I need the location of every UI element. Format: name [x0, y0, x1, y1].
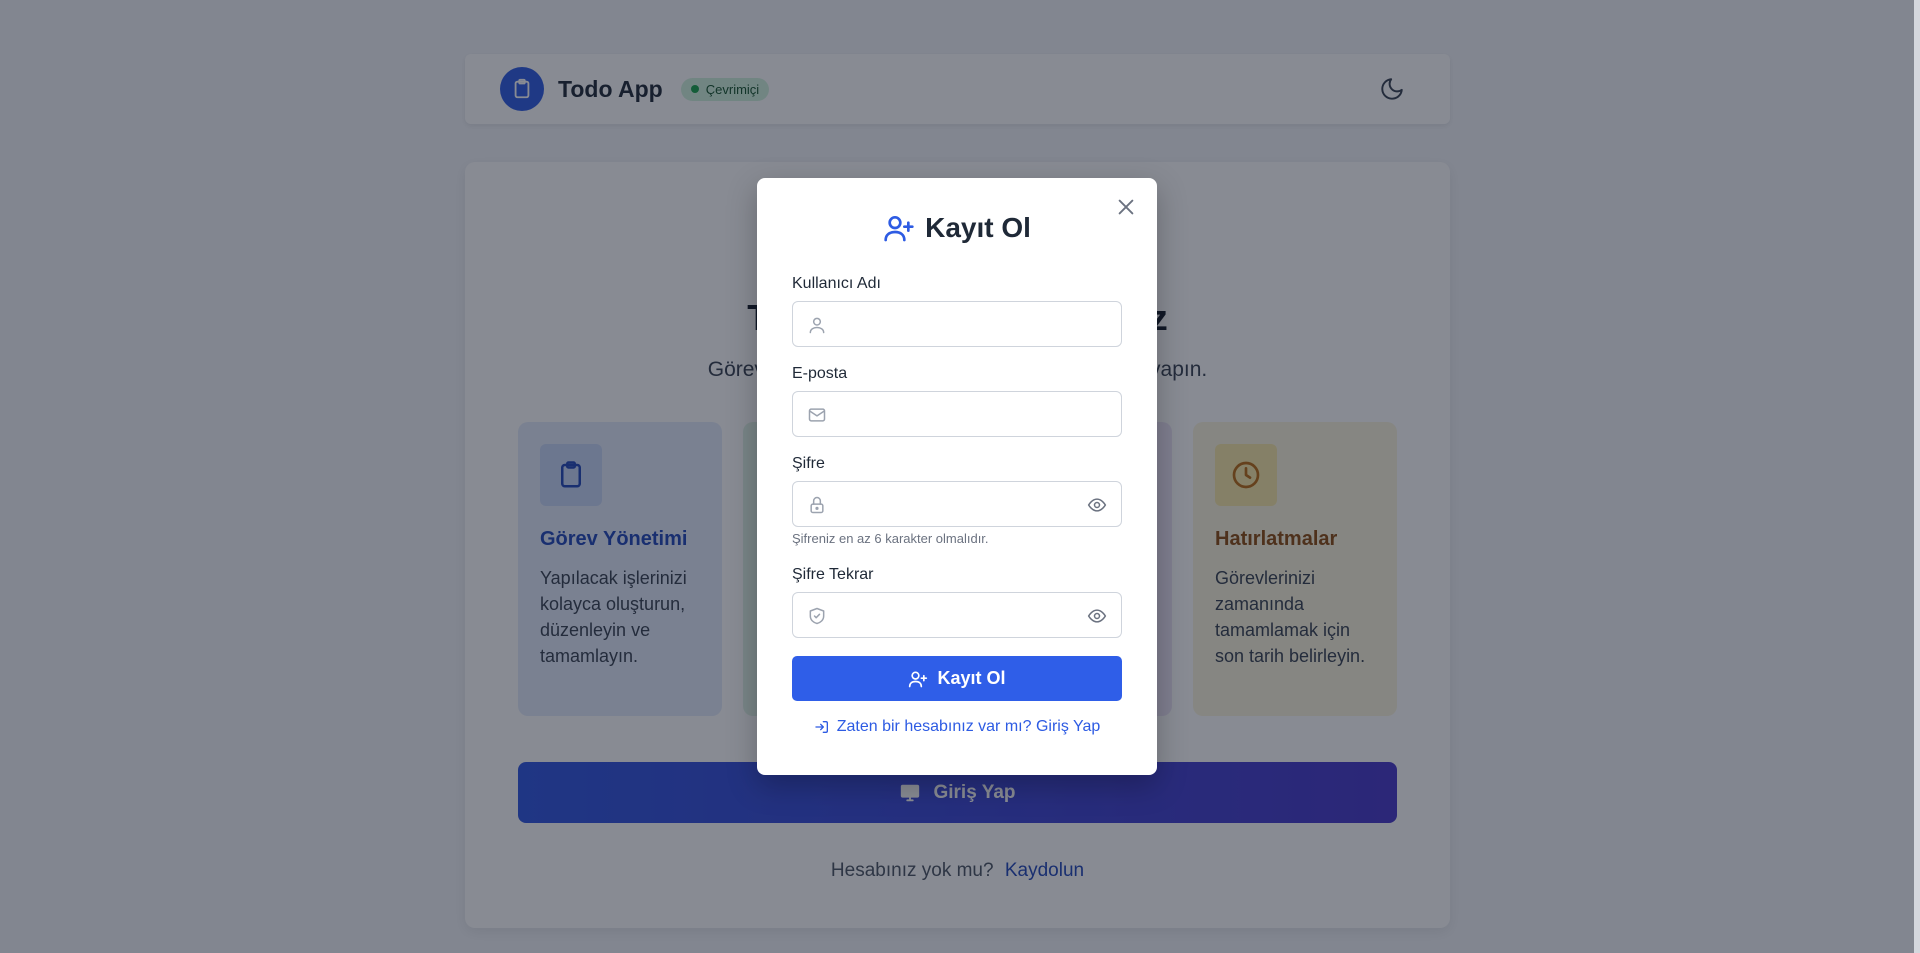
password-repeat-label: Şifre Tekrar — [792, 566, 874, 583]
email-label: E-posta — [792, 365, 848, 382]
login-switch-link[interactable]: Zaten bir hesabınız var mı? Giriş Yap — [757, 718, 1157, 736]
shield-icon — [807, 606, 827, 626]
register-modal: Kayıt Ol Kullanıcı Adı E-posta Şifre Şif… — [757, 178, 1157, 775]
login-switch-label: Zaten bir hesabınız var mı? Giriş Yap — [836, 718, 1101, 735]
password-repeat-input[interactable] — [837, 593, 1067, 637]
user-plus-icon — [883, 212, 915, 244]
username-input[interactable] — [837, 302, 1107, 346]
password-hint: Şifreniz en az 6 karakter olmalıdır. — [792, 531, 989, 546]
email-input[interactable] — [837, 392, 1107, 436]
password-repeat-field[interactable] — [792, 592, 1122, 638]
username-field[interactable] — [792, 301, 1122, 347]
password-label: Şifre — [792, 455, 825, 472]
password-input[interactable] — [837, 482, 1067, 526]
email-field[interactable] — [792, 391, 1122, 437]
modal-header: Kayıt Ol — [757, 212, 1157, 244]
user-icon — [807, 315, 827, 335]
eye-icon[interactable] — [1087, 495, 1107, 515]
scrollbar[interactable] — [1914, 0, 1920, 953]
eye-icon[interactable] — [1087, 606, 1107, 626]
username-label: Kullanıcı Adı — [792, 275, 881, 292]
password-field[interactable] — [792, 481, 1122, 527]
sign-in-icon — [814, 719, 830, 735]
mail-icon — [807, 405, 827, 425]
user-plus-icon — [908, 669, 928, 689]
modal-title: Kayıt Ol — [925, 212, 1031, 243]
register-submit-label: Kayıt Ol — [937, 668, 1006, 688]
register-submit-button[interactable]: Kayıt Ol — [792, 656, 1122, 701]
lock-icon — [807, 495, 827, 515]
